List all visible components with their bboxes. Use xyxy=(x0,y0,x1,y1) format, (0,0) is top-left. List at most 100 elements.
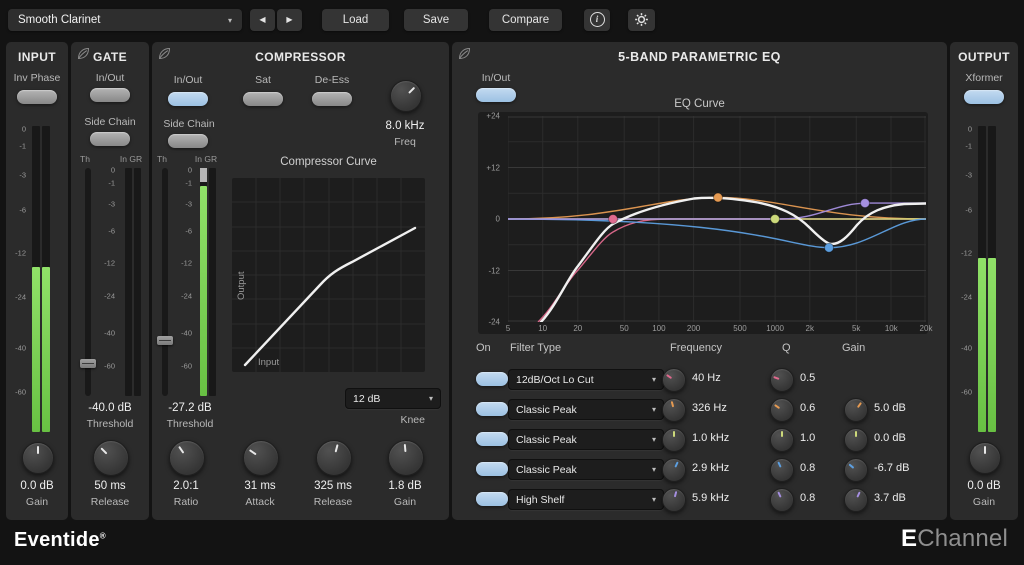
eq-band-1-handle[interactable] xyxy=(609,215,618,224)
eq-band-4-gain-knob[interactable] xyxy=(844,458,868,482)
chevron-down-icon: ▾ xyxy=(652,375,656,384)
comp-sat-toggle[interactable] xyxy=(243,92,283,106)
eq-band-2-filter-select[interactable]: Classic Peak ▾ xyxy=(508,399,664,420)
eq-band-1-freq-knob[interactable] xyxy=(662,368,686,392)
scale-label: -6 xyxy=(19,206,26,215)
scale-label: -60 xyxy=(961,388,972,397)
eq-x-label: 5 xyxy=(506,324,510,333)
scale-label: -40 xyxy=(104,329,115,338)
eq-band-5-handle[interactable] xyxy=(861,199,870,208)
comp-gain-knob[interactable] xyxy=(388,440,424,476)
comp-inout-toggle[interactable] xyxy=(168,92,208,106)
ratio-value: 2.0:1 xyxy=(156,480,216,492)
gate-inout-toggle[interactable] xyxy=(90,88,130,102)
eq-header-gain: Gain xyxy=(842,342,865,354)
filter-type-value: Classic Peak xyxy=(516,404,577,416)
output-meter-right xyxy=(988,126,996,432)
brand-text: Eventide xyxy=(14,529,100,551)
eq-x-label: 20 xyxy=(573,324,582,333)
eq-band-4-freq-knob[interactable] xyxy=(662,458,686,482)
attack-knob[interactable] xyxy=(243,440,279,476)
eq-band-1-q-knob[interactable] xyxy=(770,368,794,392)
input-gain-label: Gain xyxy=(6,496,68,508)
eq-band-4-q-knob[interactable] xyxy=(770,458,794,482)
gate-release-value: 50 ms xyxy=(71,480,149,492)
input-gain-knob[interactable] xyxy=(22,442,54,474)
eq-band-3-freq-knob[interactable] xyxy=(662,428,686,452)
comp-deess-toggle[interactable] xyxy=(312,92,352,106)
preset-next-button[interactable]: ▶ xyxy=(277,9,302,31)
eq-band-5-row: High Shelf ▾ 5.9 kHz 0.8 3.7 dB xyxy=(452,484,947,514)
preset-name: Smooth Clarinet xyxy=(18,14,100,26)
scale-label: -60 xyxy=(15,388,26,397)
eq-composite-curve xyxy=(541,198,926,322)
eq-band-2-on-toggle[interactable] xyxy=(476,402,508,416)
scale-label: -3 xyxy=(108,200,115,209)
input-section: INPUT Inv Phase 0-1-3-6-12-24-40-60 0.0 … xyxy=(6,42,68,520)
gate-in-meter xyxy=(125,168,132,396)
scale-label: -40 xyxy=(15,343,26,352)
release-knob[interactable] xyxy=(316,440,352,476)
comp-sidechain-toggle[interactable] xyxy=(168,134,208,148)
eq-header-filter-type: Filter Type xyxy=(510,342,561,354)
knee-select[interactable]: 12 dB ▾ xyxy=(345,388,441,409)
eventide-logo: Eventide® xyxy=(14,529,106,552)
eq-band-5-filter-select[interactable]: High Shelf ▾ xyxy=(508,489,664,510)
eq-header-q: Q xyxy=(782,342,791,354)
input-meter-right xyxy=(42,126,50,432)
eq-band-2-q-knob[interactable] xyxy=(770,398,794,422)
comp-threshold-slider[interactable] xyxy=(162,168,168,396)
output-gain-knob[interactable] xyxy=(969,442,1001,474)
eq-band-1-filter-select[interactable]: 12dB/Oct Lo Cut ▾ xyxy=(508,369,664,390)
scale-label: -6 xyxy=(108,226,115,235)
eq-band-1-q-value: 0.5 xyxy=(800,372,864,384)
gate-sidechain-toggle[interactable] xyxy=(90,132,130,146)
comp-gain-knob-group: 1.8 dB Gain xyxy=(375,440,435,514)
scale-label: -1 xyxy=(108,178,115,187)
eq-band-1-on-toggle[interactable] xyxy=(476,372,508,386)
ratio-knob[interactable] xyxy=(169,440,205,476)
eq-band-2-handle[interactable] xyxy=(714,193,723,202)
comp-gain-value: 1.8 dB xyxy=(375,480,435,492)
output-gain-value: 0.0 dB xyxy=(950,480,1018,492)
compare-button[interactable]: Compare xyxy=(489,9,562,31)
eq-band-4-filter-select[interactable]: Classic Peak ▾ xyxy=(508,459,664,480)
eq-band-5-on-toggle[interactable] xyxy=(476,492,508,506)
settings-button[interactable] xyxy=(628,9,655,31)
eq-band-3-handle[interactable] xyxy=(771,215,780,224)
save-button[interactable]: Save xyxy=(404,9,468,31)
eq-band-5-gain-knob[interactable] xyxy=(844,488,868,512)
gate-title: GATE xyxy=(71,50,149,64)
scale-label: -12 xyxy=(104,258,115,267)
xformer-label: Xformer xyxy=(950,72,1018,84)
eq-band-3-filter-select[interactable]: Classic Peak ▾ xyxy=(508,429,664,450)
preset-prev-button[interactable]: ◀ xyxy=(250,9,275,31)
eq-band-2-freq-knob[interactable] xyxy=(662,398,686,422)
eq-x-axis: 510205010020050010002k5k10k20k xyxy=(508,324,926,336)
eq-band-5-q-knob[interactable] xyxy=(770,488,794,512)
input-gain-value: 0.0 dB xyxy=(6,480,68,492)
eq-band-4-on-toggle[interactable] xyxy=(476,462,508,476)
eq-band-5-freq-knob[interactable] xyxy=(662,488,686,512)
comp-deess-freq-knob[interactable] xyxy=(390,80,422,112)
eq-band-4-gain-value: -6.7 dB xyxy=(874,462,938,474)
eq-band-2-freq-value: 326 Hz xyxy=(692,402,756,414)
input-meter-left xyxy=(32,126,40,432)
eq-band-4-handle[interactable] xyxy=(825,243,834,252)
eq-band-3-on-toggle[interactable] xyxy=(476,432,508,446)
gate-release-knob[interactable] xyxy=(93,440,129,476)
comp-output-axis-label: Output xyxy=(236,271,247,300)
scale-label: 0 xyxy=(188,166,192,175)
load-button[interactable]: Load xyxy=(322,9,389,31)
eq-band-3-q-knob[interactable] xyxy=(770,428,794,452)
inv-phase-toggle[interactable] xyxy=(17,90,57,104)
attack-knob-group: 31 ms Attack xyxy=(230,440,290,514)
info-button[interactable]: i xyxy=(584,9,610,31)
xformer-toggle[interactable] xyxy=(964,90,1004,104)
eq-band-2-gain-knob[interactable] xyxy=(844,398,868,422)
eq-band-3-gain-knob[interactable] xyxy=(844,428,868,452)
eq-curve-title: EQ Curve xyxy=(452,98,947,110)
preset-selector[interactable]: Smooth Clarinet ▾ xyxy=(8,9,242,31)
comp-th-label: Th xyxy=(157,154,167,164)
scale-label: -12 xyxy=(181,258,192,267)
